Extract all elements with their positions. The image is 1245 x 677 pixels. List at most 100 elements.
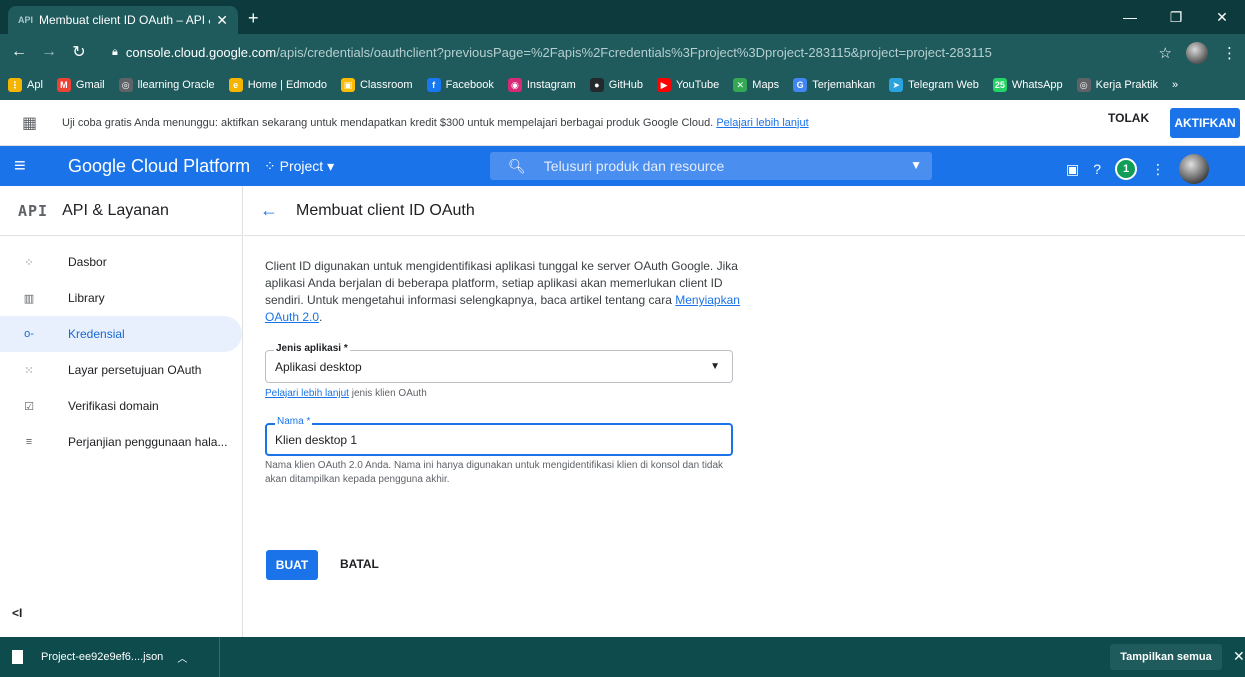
- bookmark-label: Classroom: [359, 79, 413, 91]
- gift-icon: ▦: [22, 114, 38, 132]
- gcp-brand[interactable]: Google Cloud Platform: [68, 156, 250, 177]
- sidebar-item-kredensial[interactable]: o- Kredensial: [0, 316, 242, 352]
- sidebar-item-verifikasi-domain[interactable]: ☑ Verifikasi domain: [0, 388, 242, 424]
- bookmark-item[interactable]: ➤ Telegram Web: [889, 78, 979, 92]
- tab-title: Membuat client ID OAuth – API &: [39, 13, 211, 27]
- app-type-value: Aplikasi desktop: [275, 360, 362, 374]
- search-placeholder: Telusuri produk dan resource: [543, 158, 725, 174]
- classroom-icon: ▣: [340, 78, 355, 92]
- gmail-icon: M: [56, 78, 71, 92]
- page-header: ← Membuat client ID OAuth: [244, 186, 1245, 236]
- new-tab-icon[interactable]: +: [248, 8, 259, 29]
- bookmark-item[interactable]: e Home | Edmodo: [228, 78, 327, 92]
- activate-button[interactable]: AKTIFKAN: [1170, 108, 1240, 138]
- sidebar-item-dasbor[interactable]: ⁘ Dasbor: [0, 244, 242, 280]
- chevron-down-icon[interactable]: ▼: [910, 158, 922, 172]
- browser-tab-strip: API Membuat client ID OAuth – API & ✕ + …: [0, 0, 1245, 34]
- show-all-button[interactable]: Tampilkan semua: [1110, 644, 1222, 670]
- bookmark-label: Apl: [27, 79, 43, 91]
- file-icon: [12, 650, 23, 664]
- sidebar-item-label: Layar persetujuan OAuth: [68, 363, 202, 377]
- sidebar-nav-icon: ▥: [23, 292, 35, 305]
- star-bookmark-icon[interactable]: ☆: [1159, 44, 1172, 62]
- bookmark-label: Facebook: [445, 79, 494, 91]
- window-controls: — ❐ ✕: [1107, 0, 1245, 34]
- cancel-button[interactable]: BATAL: [340, 557, 379, 571]
- sidebar-nav: ⁘ Dasbor ▥ Library o- Kredensial ⁙ Layar perset…: [0, 236, 242, 460]
- name-label: Nama *: [275, 416, 313, 427]
- bookmark-item[interactable]: f Facebook: [426, 78, 494, 92]
- sidebar-item-perjanjian-penggunaan-hala[interactable]: ≡ Perjanjian penggunaan hala...: [0, 424, 242, 460]
- help-icon[interactable]: ?: [1093, 161, 1101, 177]
- tab-close-icon[interactable]: ✕: [216, 12, 228, 29]
- back-arrow-icon[interactable]: ←: [260, 200, 278, 221]
- banner-learn-more-link[interactable]: Pelajari lebih lanjut: [716, 117, 808, 129]
- sidebar-item-layar-persetujuan-oauth[interactable]: ⁙ Layar persetujuan OAuth: [0, 352, 242, 388]
- browser-tab[interactable]: API Membuat client ID OAuth – API & ✕: [8, 6, 238, 34]
- sidebar-header: API API & Layanan: [0, 186, 242, 236]
- more-vert-icon[interactable]: ⋮: [1151, 161, 1165, 178]
- download-item[interactable]: Project-ee92e9ef6....json ︿: [0, 637, 220, 677]
- name-value: Klien desktop 1: [275, 433, 358, 447]
- collapse-sidebar-icon[interactable]: <I: [12, 606, 22, 620]
- minimize-icon[interactable]: —: [1107, 0, 1153, 34]
- sidebar: API API & Layanan ⁘ Dasbor ▥ Library o- Krede…: [0, 186, 243, 637]
- sidebar-item-library[interactable]: ▥ Library: [0, 280, 242, 316]
- url-host: console.cloud.google.com: [125, 44, 277, 60]
- address-bar[interactable]: 🔒︎ console.cloud.google.com /apis/creden…: [112, 40, 1192, 64]
- bookmark-label: Telegram Web: [908, 79, 979, 91]
- translate-icon: G: [793, 78, 808, 92]
- bookmark-label: Terjemahkan: [812, 79, 876, 91]
- hamburger-menu-icon[interactable]: ≡: [14, 155, 26, 178]
- close-window-icon[interactable]: ✕: [1199, 0, 1245, 34]
- bookmark-item[interactable]: ◎ llearning Oracle: [118, 78, 215, 92]
- bookmark-item[interactable]: 25 WhatsApp: [992, 78, 1063, 92]
- back-arrow-icon[interactable]: ←: [4, 43, 34, 61]
- telegram-icon: ➤: [889, 78, 904, 92]
- search-icon: 🔍︎: [508, 157, 526, 174]
- app-type-label: Jenis aplikasi *: [274, 343, 350, 354]
- sidebar-item-label: Kredensial: [68, 327, 125, 341]
- bookmark-label: Gmail: [75, 79, 105, 91]
- reload-icon[interactable]: ↻: [64, 42, 94, 62]
- whatsapp-icon: 25: [992, 78, 1007, 92]
- app-type-select[interactable]: Jenis aplikasi * Aplikasi desktop ▼: [265, 343, 733, 383]
- create-button[interactable]: BUAT: [266, 550, 318, 580]
- bookmark-label: Instagram: [526, 79, 576, 91]
- name-field[interactable]: Nama * Klien desktop 1: [265, 416, 733, 456]
- sidebar-nav-icon: ⁘: [24, 256, 34, 269]
- dismiss-button[interactable]: TOLAK: [1108, 111, 1149, 125]
- account-avatar[interactable]: [1179, 154, 1210, 184]
- bookmark-item[interactable]: ◉ Instagram: [507, 78, 576, 92]
- bookmark-label: Kerja Praktik: [1095, 79, 1158, 91]
- close-icon[interactable]: ✕: [1233, 648, 1245, 665]
- chevron-up-icon[interactable]: ︿: [177, 650, 187, 665]
- search-input[interactable]: 🔍︎ Telusuri produk dan resource ▼: [490, 152, 932, 180]
- download-bar: Project-ee92e9ef6....json ︿ Tampilkan se…: [0, 637, 1245, 677]
- bookmark-item[interactable]: ▣ Classroom: [340, 78, 413, 92]
- project-selector[interactable]: ⁘ Project ▾: [264, 158, 334, 175]
- profile-avatar[interactable]: [1186, 42, 1208, 64]
- bookmark-item[interactable]: ▶ YouTube: [657, 78, 719, 92]
- browser-menu-icon[interactable]: ⋮: [1222, 44, 1237, 62]
- notification-badge[interactable]: 1: [1115, 158, 1138, 180]
- sidebar-nav-icon: ☑: [24, 400, 34, 413]
- cloud-shell-icon[interactable]: ▣: [1066, 161, 1079, 178]
- main-content: ← Membuat client ID OAuth Client ID digu…: [244, 186, 1245, 637]
- more-bookmarks-icon[interactable]: »: [1172, 79, 1178, 91]
- restore-icon[interactable]: ❐: [1153, 0, 1199, 34]
- instagram-icon: ◉: [507, 78, 522, 92]
- lock-icon: 🔒︎: [112, 45, 118, 58]
- description: Client ID digunakan untuk mengidentifika…: [265, 259, 740, 324]
- bookmark-label: Maps: [752, 79, 780, 91]
- bookmark-item[interactable]: G Terjemahkan: [793, 78, 875, 92]
- bookmark-item[interactable]: ⋮ Apl: [8, 78, 43, 92]
- bookmark-item[interactable]: ◎ Kerja Praktik: [1076, 78, 1158, 92]
- forward-arrow-icon[interactable]: →: [34, 43, 64, 61]
- bookmark-label: WhatsApp: [1011, 79, 1063, 91]
- bookmark-item[interactable]: M Gmail: [56, 78, 105, 92]
- learn-more-link[interactable]: Pelajari lebih lanjut: [265, 388, 349, 399]
- bookmark-item[interactable]: ● GitHub: [589, 78, 643, 92]
- bookmark-item[interactable]: ✕ Maps: [733, 78, 779, 92]
- sidebar-title: API & Layanan: [62, 201, 169, 219]
